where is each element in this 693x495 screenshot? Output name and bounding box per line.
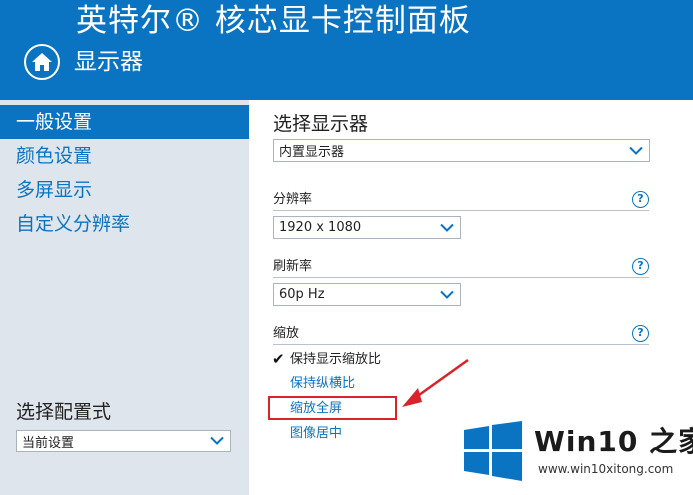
sidebar-item-general-settings[interactable]: 一般设置 (0, 105, 249, 139)
refresh-rate-divider (273, 277, 649, 278)
chevron-down-icon (629, 146, 643, 155)
scaling-option-center-image[interactable]: 图像居中 (290, 425, 342, 443)
resolution-help-icon[interactable]: ? (632, 191, 649, 208)
refresh-rate-help-icon[interactable]: ? (632, 258, 649, 275)
scaling-help-icon[interactable]: ? (632, 325, 649, 342)
resolution-select[interactable]: 1920 x 1080 (273, 216, 461, 239)
chevron-down-icon (440, 223, 454, 232)
page-name: 显示器 (74, 49, 143, 75)
display-select[interactable]: 内置显示器 (273, 139, 650, 162)
display-section-title: 选择显示器 (273, 113, 369, 135)
refresh-rate-select[interactable]: 60p Hz (273, 283, 461, 306)
windows-logo-icon (464, 421, 522, 481)
scaling-option-maintain-display-scaling[interactable]: 保持显示缩放比 (290, 351, 381, 369)
title-bar: 英特尔® 核芯显卡控制面板 显示器 (0, 0, 693, 100)
home-button[interactable] (24, 44, 60, 80)
watermark-url: www.win10xitong.com (538, 462, 674, 476)
resolution-label: 分辨率 (273, 192, 313, 207)
scaling-label: 缩放 (273, 326, 300, 341)
watermark-title: Win10 之家 (534, 425, 693, 458)
resolution-select-value: 1920 x 1080 (279, 220, 362, 235)
chevron-down-icon (210, 436, 224, 445)
profile-select-value: 当前设置 (22, 435, 75, 451)
checkmark-icon: ✔ (272, 350, 285, 368)
scaling-option-maintain-aspect-ratio[interactable]: 保持纵横比 (290, 375, 355, 393)
profile-select[interactable]: 当前设置 (16, 430, 231, 452)
refresh-rate-label: 刷新率 (273, 259, 313, 274)
profile-label: 选择配置式 (16, 401, 112, 423)
scaling-divider (273, 344, 649, 345)
refresh-rate-select-value: 60p Hz (279, 287, 325, 302)
home-icon (32, 53, 52, 71)
sidebar-item-custom-resolution[interactable]: 自定义分辨率 (0, 207, 249, 241)
display-select-value: 内置显示器 (279, 145, 345, 160)
app-title: 英特尔® 核芯显卡控制面板 (76, 3, 471, 39)
red-arrow-annotation (402, 358, 469, 407)
sidebar-item-color-settings[interactable]: 颜色设置 (0, 139, 249, 173)
sidebar-item-multi-display[interactable]: 多屏显示 (0, 173, 249, 207)
chevron-down-icon (440, 290, 454, 299)
highlight-box (268, 396, 397, 420)
resolution-divider (273, 210, 649, 211)
